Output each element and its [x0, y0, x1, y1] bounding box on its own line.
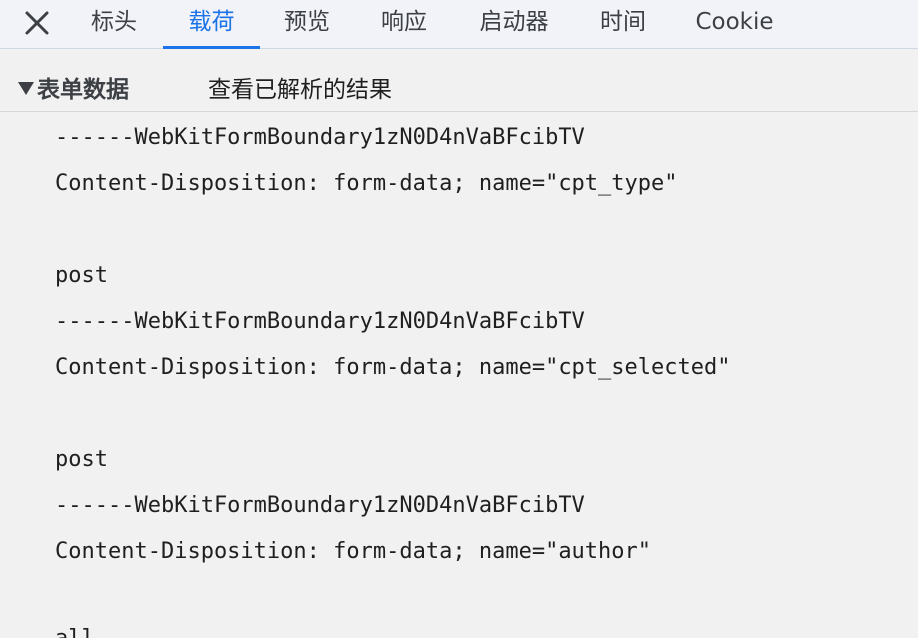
close-icon[interactable] — [22, 8, 52, 38]
payload-line: ------WebKitFormBoundary1zN0D4nVaBFcibTV — [55, 125, 585, 150]
payload-line: post — [55, 447, 108, 472]
triangle-down-icon — [18, 81, 34, 95]
payload-line: Content-Disposition: form-data; name="cp… — [55, 355, 731, 380]
form-data-toggle[interactable]: 表单数据 — [18, 70, 129, 104]
payload-line: post — [55, 263, 108, 288]
view-parsed-button[interactable]: 查看已解析的结果 — [208, 70, 392, 104]
payload-line: all — [55, 625, 95, 638]
tab-payload[interactable]: 载荷 — [163, 0, 260, 48]
payload-line: Content-Disposition: form-data; name="cp… — [55, 171, 678, 196]
devtools-tab-bar: 标头 载荷 预览 响应 启动器 时间 Cookie — [0, 0, 918, 49]
tab-response[interactable]: 响应 — [376, 0, 432, 48]
payload-source: ------WebKitFormBoundary1zN0D4nVaBFcibTV… — [0, 113, 918, 638]
payload-line: Content-Disposition: form-data; name="au… — [55, 539, 652, 564]
section-title: 表单数据 — [37, 77, 129, 103]
tab-headers[interactable]: 标头 — [86, 0, 142, 48]
form-data-section-header: 表单数据 查看已解析的结果 — [0, 50, 918, 112]
payload-line: ------WebKitFormBoundary1zN0D4nVaBFcibTV — [55, 493, 585, 518]
tab-cookies[interactable]: Cookie — [692, 0, 777, 48]
tab-initiator[interactable]: 启动器 — [473, 0, 555, 48]
payload-line: ------WebKitFormBoundary1zN0D4nVaBFcibTV — [55, 309, 585, 334]
tab-timing[interactable]: 时间 — [595, 0, 651, 48]
active-tab-indicator — [163, 46, 260, 49]
tab-preview[interactable]: 预览 — [279, 0, 335, 48]
